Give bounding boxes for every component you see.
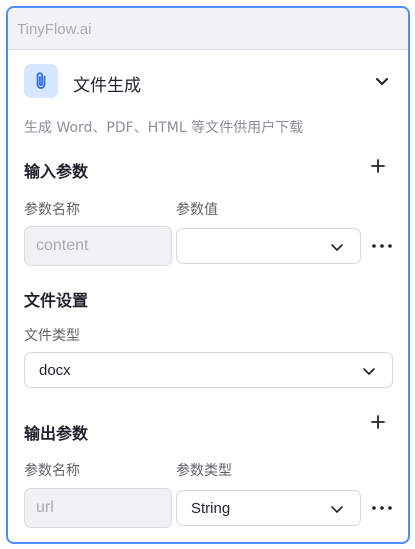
input-param-value-select[interactable]: [176, 228, 361, 264]
add-input-param-plus-icon[interactable]: [370, 158, 386, 174]
file-type-value: docx: [39, 362, 71, 379]
input-param-name-field: content: [24, 226, 172, 266]
output-param-type-select[interactable]: String: [176, 490, 361, 526]
paperclip-icon: [36, 72, 46, 89]
file-type-label: 文件类型: [24, 328, 80, 344]
node-title-row: 文件生成: [24, 64, 392, 98]
more-options-icon[interactable]: [371, 503, 393, 513]
file-generation-node[interactable]: TinyFlow.ai 文件生成 生成 Word、PDF、HTML 等文件供用户…: [6, 6, 410, 544]
node-description: 生成 Word、PDF、HTML 等文件供用户下载: [24, 120, 304, 136]
node-header: TinyFlow.ai: [8, 8, 408, 50]
more-options-icon[interactable]: [371, 241, 393, 251]
file-type-select[interactable]: docx: [24, 352, 393, 388]
input-param-value-header: 参数值: [176, 202, 218, 218]
input-params-title: 输入参数: [24, 162, 89, 181]
output-param-type-value: String: [191, 500, 231, 517]
add-output-param-plus-icon[interactable]: [370, 414, 386, 430]
output-param-type-header: 参数类型: [176, 463, 232, 479]
output-param-name-header: 参数名称: [24, 463, 80, 479]
file-settings-title: 文件设置: [24, 291, 89, 310]
input-param-name-header: 参数名称: [24, 202, 80, 218]
output-params-title: 输出参数: [24, 424, 89, 443]
chevron-down-icon: [363, 368, 375, 375]
output-param-name-field: url: [24, 488, 172, 528]
chevron-down-icon: [331, 506, 343, 513]
chevron-down-icon[interactable]: [374, 73, 390, 89]
brand-label: TinyFlow.ai: [17, 21, 92, 38]
chevron-down-icon: [331, 244, 343, 251]
node-icon-box: [24, 64, 58, 98]
node-title: 文件生成: [73, 76, 141, 96]
